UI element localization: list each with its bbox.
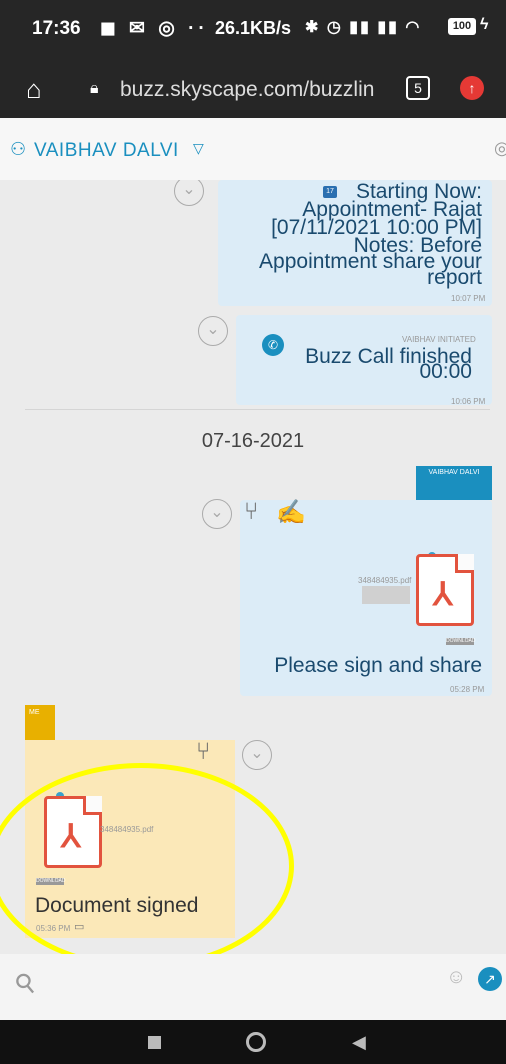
charging-icon: ϟ: [480, 16, 489, 33]
edit-sign-icon[interactable]: ✍: [276, 498, 306, 527]
chevron-down-icon[interactable]: ⌄: [202, 499, 232, 529]
outgoing-message-text: Please sign and share: [274, 654, 482, 677]
chat-user-name[interactable]: VAIBHAV DALVI: [34, 140, 179, 162]
battery-icon: 100: [448, 18, 476, 35]
lock-icon: 🔒︎: [90, 80, 99, 97]
sender-tag: ME: [25, 705, 55, 740]
paperclip-icon[interactable]: ⚲: [8, 966, 43, 1002]
net-speed: 26.1KB/s: [215, 18, 292, 38]
home-nav-icon[interactable]: [246, 1032, 266, 1052]
message-time: 05:28 PM: [450, 685, 485, 694]
chevron-down-icon[interactable]: ⌄: [174, 180, 204, 206]
status-time: 17:36: [32, 18, 81, 39]
signal-icons: ✱ ◷ ▮▮ ▮▮ ◠: [305, 19, 422, 36]
chat-header: ⚇ VAIBHAV DALVI ▽ ◎: [0, 118, 506, 180]
divider: [25, 409, 490, 410]
sender-tag: VAIBHAV DALVI: [416, 466, 492, 500]
upload-icon[interactable]: ↑: [460, 76, 484, 100]
tabs-icon[interactable]: 5: [406, 76, 430, 100]
recents-icon[interactable]: [148, 1036, 161, 1049]
system-nav-bar: ◀: [0, 1020, 506, 1064]
file-name[interactable]: 348484935.pdf: [358, 576, 411, 585]
send-icon[interactable]: ↗: [478, 967, 502, 991]
file-preview: [362, 586, 410, 604]
branch-icon[interactable]: ⑂: [244, 498, 258, 526]
chevron-down-icon[interactable]: ⌄: [198, 316, 228, 346]
chevron-down-icon[interactable]: ⌄: [242, 740, 272, 770]
pdf-icon[interactable]: ⅄: [416, 554, 474, 626]
calendar-icon: 17: [323, 186, 337, 198]
message-composer[interactable]: ⚲ ☺ ↗: [0, 954, 506, 1020]
phone-icon: ✆: [262, 334, 284, 356]
emoji-icon[interactable]: ☺: [446, 966, 466, 989]
date-separator: 07-16-2021: [201, 430, 305, 452]
highlight-ellipse: [0, 763, 294, 969]
url-field[interactable]: buzz.skyscape.com/buzzlin: [120, 78, 374, 102]
branch-icon[interactable]: ⑂: [196, 738, 210, 766]
status-bar: 17:36 ◼ ✉ ◎ ·· 26.1KB/s ✱ ◷ ▮▮ ▮▮ ◠ 100 …: [0, 0, 506, 60]
call-duration: 00:00: [419, 360, 472, 383]
download-button[interactable]: DOWNLOAD: [446, 638, 475, 645]
browser-toolbar: ⌂ 🔒︎ buzz.skyscape.com/buzzlin 5 ↑: [0, 60, 506, 118]
back-icon[interactable]: ◀: [352, 1032, 366, 1053]
message-time: 10:06 PM: [451, 397, 486, 406]
notification-icons: ◼ ✉ ◎ ··: [100, 18, 209, 39]
appointment-line-6: report: [427, 266, 482, 289]
call-initiated-label: VAIBHAV INITIATED: [402, 335, 476, 344]
chevron-down-icon[interactable]: ▽: [193, 140, 204, 157]
home-icon[interactable]: ⌂: [26, 74, 42, 105]
users-icon: ⚇: [10, 139, 27, 159]
message-time: 10:07 PM: [451, 294, 486, 303]
search-icon[interactable]: ◎: [494, 138, 506, 159]
